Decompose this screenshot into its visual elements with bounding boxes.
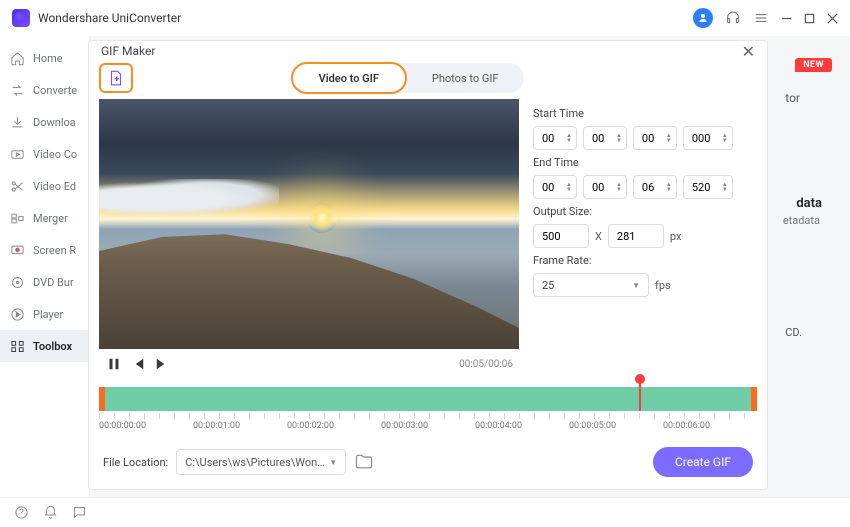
gif-maker-modal: GIF Maker ✕ Video to GIF Photos to GIF 0…: [88, 40, 768, 490]
sidebar-item-label: Video Co: [33, 148, 77, 161]
bg-text: tor: [785, 91, 800, 105]
download-icon: [10, 115, 25, 130]
bg-text: etadata: [783, 214, 820, 227]
start-seconds[interactable]: ▲▼: [633, 126, 677, 150]
sidebar-item-label: Converte: [33, 84, 77, 97]
user-avatar[interactable]: [693, 8, 713, 28]
minimize-icon[interactable]: [781, 13, 792, 24]
end-time-label: End Time: [533, 156, 757, 169]
output-width[interactable]: [533, 224, 589, 248]
convert-icon: [10, 83, 25, 98]
maximize-icon[interactable]: [804, 13, 815, 24]
sidebar-item-home[interactable]: Home: [0, 42, 89, 74]
file-location-label: File Location:: [103, 456, 168, 469]
sidebar-item-label: Merger: [33, 212, 68, 225]
sidebar-item-label: Screen R: [33, 244, 76, 257]
new-badge: NEW: [795, 58, 832, 72]
add-file-icon: [107, 69, 125, 87]
sidebar-item-label: Video Ed: [33, 180, 76, 193]
sidebar-item-label: Player: [33, 308, 63, 321]
end-seconds[interactable]: ▲▼: [633, 175, 677, 199]
tab-photos-to-gif[interactable]: Photos to GIF: [406, 63, 525, 93]
add-media-button[interactable]: [99, 63, 133, 93]
bg-text: CD.: [785, 326, 802, 339]
menu-icon[interactable]: [753, 10, 769, 26]
timeline[interactable]: [99, 387, 757, 411]
tick-label: 00:00:02:00: [287, 421, 381, 431]
sidebar: Home Converte Downloa Video Co Video Ed …: [0, 36, 90, 497]
timeline-handle-start[interactable]: [99, 387, 105, 411]
sidebar-item-video-editor[interactable]: Video Ed: [0, 170, 89, 202]
pause-button[interactable]: [105, 355, 123, 373]
feedback-icon[interactable]: [72, 505, 87, 520]
bell-icon[interactable]: [43, 505, 58, 520]
sidebar-item-player[interactable]: Player: [0, 298, 89, 330]
end-minutes[interactable]: ▲▼: [583, 175, 627, 199]
close-icon[interactable]: [827, 13, 838, 24]
modal-close-button[interactable]: ✕: [742, 42, 755, 61]
headset-icon[interactable]: [725, 10, 741, 26]
sidebar-item-converter[interactable]: Converte: [0, 74, 89, 106]
sidebar-item-label: Downloa: [33, 116, 76, 129]
timeline-handle-end[interactable]: [751, 387, 757, 411]
create-gif-button[interactable]: Create GIF: [653, 447, 753, 477]
start-ms[interactable]: ▲▼: [683, 126, 733, 150]
start-time-label: Start Time: [533, 107, 757, 120]
sidebar-item-screen-recorder[interactable]: Screen R: [0, 234, 89, 266]
titlebar: Wondershare UniConverter: [0, 0, 850, 36]
framerate-label: Frame Rate:: [533, 254, 757, 267]
sidebar-item-label: Toolbox: [33, 340, 72, 353]
timeline-playhead[interactable]: [639, 379, 641, 411]
home-icon: [10, 51, 25, 66]
sidebar-item-dvd-burner[interactable]: DVD Bur: [0, 266, 89, 298]
start-minutes[interactable]: ▲▼: [583, 126, 627, 150]
end-ms[interactable]: ▲▼: [683, 175, 733, 199]
prev-frame-button[interactable]: [129, 355, 147, 373]
video-time: 00:05/00:06: [459, 359, 513, 370]
tick-label: 00:00:05:00: [569, 421, 663, 431]
end-hours[interactable]: ▲▼: [533, 175, 577, 199]
help-icon[interactable]: [14, 505, 29, 520]
tick-label: 00:00:06:00: [663, 421, 757, 431]
modal-title: GIF Maker: [101, 44, 155, 58]
app-logo: [12, 9, 30, 27]
toolbox-icon: [10, 339, 25, 354]
bottombar: [0, 497, 850, 527]
tick-label: 00:00:01:00: [193, 421, 287, 431]
record-icon: [10, 243, 25, 258]
tick-label: 00:00:04:00: [475, 421, 569, 431]
video-preview[interactable]: [99, 99, 519, 349]
fps-unit: fps: [655, 279, 671, 292]
sidebar-item-toolbox[interactable]: Toolbox: [0, 330, 89, 362]
bg-text: data: [796, 196, 822, 211]
compress-icon: [10, 147, 25, 162]
app-title: Wondershare UniConverter: [38, 11, 181, 25]
sidebar-item-label: Home: [33, 52, 63, 65]
start-hours[interactable]: ▲▼: [533, 126, 577, 150]
scissors-icon: [10, 179, 25, 194]
chevron-down-icon: ▼: [632, 281, 640, 290]
x-separator: X: [595, 230, 602, 243]
sidebar-item-label: DVD Bur: [33, 276, 74, 289]
tick-label: 00:00:03:00: [381, 421, 475, 431]
timeline-ticks: 00:00:00:0000:00:01:0000:00:02:0000:00:0…: [99, 411, 757, 433]
file-location-select[interactable]: C:\Users\ws\Pictures\Wonders▼: [176, 449, 346, 475]
tab-video-to-gif[interactable]: Video to GIF: [291, 62, 407, 94]
sidebar-item-video-compressor[interactable]: Video Co: [0, 138, 89, 170]
tick-label: 00:00:00:00: [99, 421, 193, 431]
merge-icon: [10, 211, 25, 226]
output-size-label: Output Size:: [533, 205, 757, 218]
disc-icon: [10, 275, 25, 290]
open-folder-button[interactable]: [354, 452, 374, 472]
px-unit: px: [670, 230, 682, 243]
framerate-select[interactable]: 25▼: [533, 273, 649, 297]
spin-down[interactable]: ▼: [566, 138, 572, 143]
tab-segment: Video to GIF Photos to GIF: [292, 63, 525, 93]
next-frame-button[interactable]: [153, 355, 171, 373]
sidebar-item-merger[interactable]: Merger: [0, 202, 89, 234]
play-icon: [10, 307, 25, 322]
chevron-down-icon: ▼: [329, 458, 337, 467]
output-height[interactable]: [608, 224, 664, 248]
sidebar-item-downloader[interactable]: Downloa: [0, 106, 89, 138]
